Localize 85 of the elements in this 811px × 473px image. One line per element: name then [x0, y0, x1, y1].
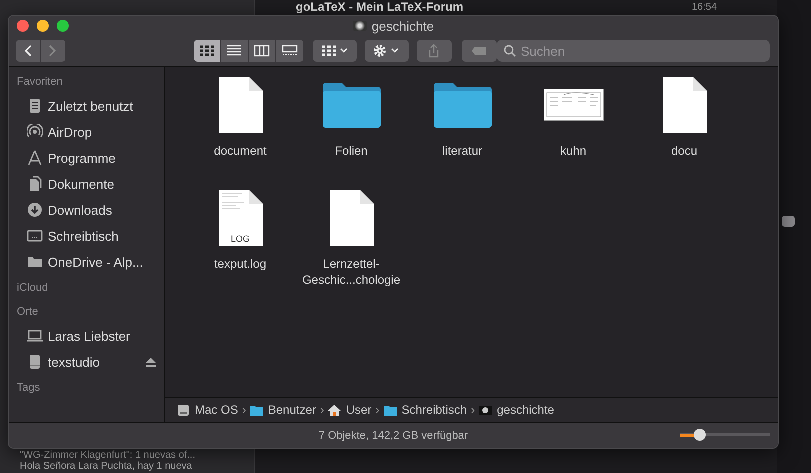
window-title: geschichte [372, 18, 434, 34]
list-icon [226, 45, 242, 57]
sidebar-item[interactable]: Zuletzt benutzt [9, 93, 164, 119]
path-separator: › [320, 403, 324, 417]
path-item[interactable]: User [346, 403, 372, 417]
diagram-thumbnail [544, 89, 604, 121]
apps-icon [27, 150, 43, 166]
chevron-right-icon [48, 45, 57, 57]
chevron-left-icon [24, 45, 32, 57]
file-name[interactable]: texput.log [214, 256, 267, 272]
path-item[interactable]: Schreibtisch [402, 403, 468, 417]
file-name[interactable]: kuhn [560, 143, 587, 159]
action-menu-button[interactable] [364, 40, 409, 62]
app-title: goLaTeX - Mein LaTeX-Forum [296, 1, 464, 14]
path-item[interactable]: geschichte [497, 403, 554, 417]
file-name[interactable]: document [214, 143, 267, 159]
sidebar-item[interactable]: Laras Liebster [9, 323, 164, 349]
path-item[interactable]: Benutzer [268, 403, 316, 417]
folder-icon [27, 254, 43, 270]
back-button[interactable] [16, 40, 40, 62]
message-preview: "WG-Zimmer Klagenfurt": 1 nuevas of... [20, 450, 196, 461]
document-icon [328, 189, 374, 247]
tag-icon [471, 46, 488, 56]
folder-icon [384, 404, 397, 416]
forward-button[interactable] [40, 40, 64, 62]
sidebar-item[interactable]: Downloads [9, 197, 164, 223]
gallery-icon [282, 45, 298, 57]
laptop-icon [27, 328, 43, 344]
sidebar-item[interactable]: texstudio [9, 349, 164, 375]
sidebar-item[interactable]: Dokumente [9, 171, 164, 197]
folder-icon [432, 82, 492, 128]
folder-icon [250, 404, 264, 416]
sidebar-item[interactable]: Schreibtisch [9, 223, 164, 249]
sidebar-section-title: iCloud [16, 281, 50, 296]
eject-icon[interactable] [146, 358, 156, 366]
document-icon [27, 176, 43, 192]
log-file-icon [218, 189, 264, 247]
group-menu-button[interactable] [312, 40, 357, 62]
sidebar-section-title: Orte [16, 305, 40, 320]
file-name[interactable]: literatur [442, 143, 482, 159]
download-icon [27, 202, 43, 218]
tag-button[interactable] [462, 40, 498, 62]
file-type-label: LOG [230, 234, 251, 244]
file-name[interactable]: Folien [335, 143, 368, 159]
path-separator: › [376, 403, 380, 417]
search-field[interactable]: Suchen [497, 40, 770, 62]
view-mode-button[interactable] [248, 40, 276, 62]
sidebar-item[interactable]: OneDrive - Alp... [9, 249, 164, 275]
path-separator: › [471, 403, 476, 417]
message-preview: Hola Señora Lara Puchta, hay 1 nueva [20, 461, 192, 472]
time-label: 16:54 [692, 2, 718, 14]
view-mode-button[interactable] [194, 40, 220, 62]
document-icon [662, 76, 708, 134]
minimize-button[interactable] [37, 20, 49, 32]
document-icon [218, 76, 264, 134]
icon-grid-icon [198, 45, 215, 57]
view-mode-button[interactable] [221, 40, 248, 62]
gear-icon [372, 44, 401, 58]
image-icon [479, 404, 492, 416]
image-icon [352, 21, 367, 31]
share-button[interactable] [416, 40, 452, 62]
columns-icon [254, 45, 270, 57]
share-icon [428, 44, 440, 58]
close-button[interactable] [17, 20, 29, 32]
search-icon [504, 45, 516, 57]
sidebar-item[interactable]: AirDrop [9, 119, 164, 145]
file-name[interactable]: Lernzettel- Geschic...chologie [302, 256, 401, 288]
folder-icon [322, 82, 382, 128]
path-item[interactable]: Mac OS [195, 403, 238, 417]
drive-icon [27, 354, 43, 370]
drive-icon [177, 404, 190, 416]
view-mode-button[interactable] [276, 40, 303, 62]
home-icon [328, 404, 342, 416]
file-name[interactable]: docu [671, 143, 698, 159]
sidebar-section-title: Tags [16, 381, 42, 396]
recents-icon [27, 98, 43, 114]
airdrop-icon [27, 124, 43, 140]
grid-dropdown-icon [320, 45, 349, 57]
zoom-button[interactable] [57, 20, 69, 32]
scroll-down-button[interactable] [782, 216, 795, 227]
desktop-icon [27, 228, 43, 244]
status-text: 7 Objekte, 142,2 GB verfügbar [318, 430, 468, 442]
sidebar-item[interactable]: Programme [9, 145, 164, 171]
path-separator: › [242, 403, 246, 417]
sidebar-section-title: Favoriten [16, 75, 64, 90]
